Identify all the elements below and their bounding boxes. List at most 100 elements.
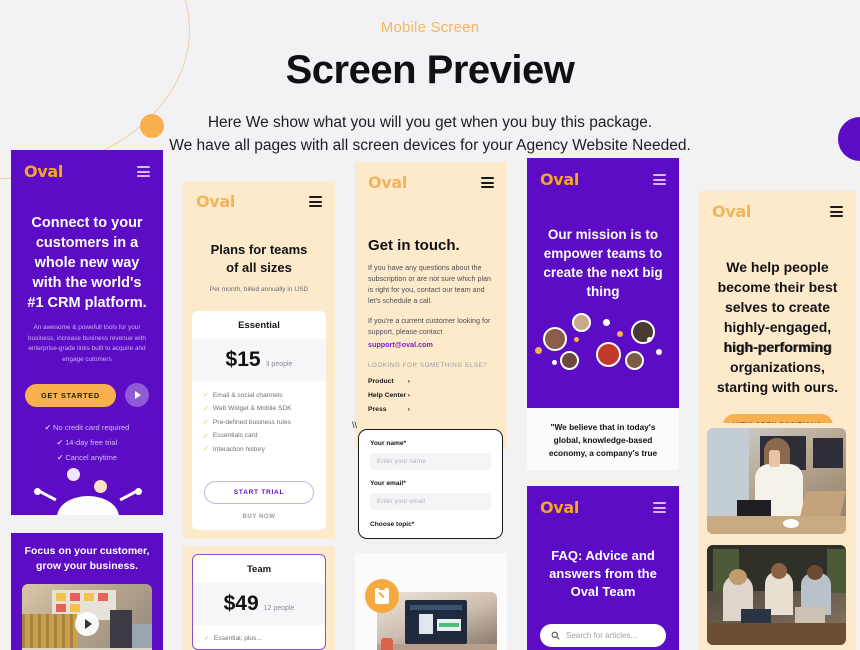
faq-heading: FAQ: Advice and answers from the Oval Te… <box>549 548 657 599</box>
screen-card-careers[interactable]: Oval We help people become their best se… <box>699 191 856 423</box>
contact-link-product[interactable]: Product › <box>368 378 410 385</box>
menu-icon[interactable] <box>653 502 666 513</box>
oval-logo: Oval <box>540 498 580 517</box>
menu-icon[interactable] <box>309 196 322 207</box>
plan-feature: ✓ Essential, plus... <box>204 634 262 643</box>
pricing-subtext: Per month, billed annually in USD <box>209 286 309 293</box>
plan-feature: ✓ Web Widget & Mobile SDK <box>203 405 292 413</box>
contact-form-sheet[interactable]: Your name* Enter your name Your email* E… <box>358 429 503 539</box>
plan-feature: ✓ Interaction history <box>203 445 265 454</box>
menu-icon[interactable] <box>653 174 666 185</box>
plan-price: $15 <box>225 348 261 371</box>
chevron-right-icon: › <box>407 392 410 399</box>
careers-heading-line-6: starting with ours. <box>716 379 839 395</box>
search-icon <box>551 631 560 640</box>
faq-search-input[interactable]: Search for articles... <box>540 624 666 647</box>
page-header: Mobile Screen Screen Preview Here We sho… <box>0 0 860 157</box>
focus-heading-line2: grow your business. <box>35 560 139 572</box>
mission-quote: "We believe that in today's global, know… <box>548 422 658 458</box>
checklist-badge-icon <box>365 579 399 613</box>
screen-preview-page: Mobile Screen Screen Preview Here We sho… <box>0 0 860 650</box>
oval-logo: Oval <box>24 162 64 181</box>
crm-check-1: ✔ 14-day free trial <box>11 438 163 447</box>
plan-feature: ✓ Pre-defined business rules <box>203 418 291 427</box>
oval-logo: Oval <box>196 192 236 211</box>
mission-heading: Our mission is to empower teams to creat… <box>543 227 663 299</box>
check-icon: ✔ <box>56 438 64 447</box>
screen-card-careers-photos <box>699 423 856 650</box>
pricing-heading-line1: Plans for teams <box>210 242 308 257</box>
check-icon: ✔ <box>44 423 51 432</box>
email-field[interactable]: Enter your email <box>370 493 491 510</box>
plan-name: Team <box>246 564 272 575</box>
chevron-right-icon: › <box>407 406 410 413</box>
plan-price: $49 <box>223 592 259 615</box>
screen-card-photo[interactable] <box>355 553 507 650</box>
email-field-label: Your email* <box>370 480 406 487</box>
check-icon: ✓ <box>203 419 209 426</box>
plan-seats: 12 people <box>263 605 295 612</box>
crm-illustration <box>11 466 163 515</box>
name-field-label: Your name* <box>370 440 407 447</box>
check-icon: ✓ <box>203 405 209 413</box>
play-video-button[interactable] <box>75 612 99 636</box>
careers-heading-line-5: organizations, <box>730 359 825 375</box>
careers-heading-line-4: high-performing <box>723 339 832 355</box>
oval-logo: Oval <box>712 202 752 221</box>
screen-card-contact[interactable]: Oval Get in touch. If you have any quest… <box>355 162 507 450</box>
buy-now-button[interactable]: BUY NOW <box>192 514 326 520</box>
check-icon: ✓ <box>203 392 209 399</box>
crm-check-2: ✔ Cancel anytime <box>11 453 163 462</box>
support-email-link[interactable]: support@oval.com <box>355 337 507 349</box>
plan-feature: ✓ Essentials card <box>203 432 258 440</box>
check-icon: ✓ <box>203 432 209 440</box>
mission-avatar-cluster <box>527 313 679 398</box>
menu-icon[interactable] <box>830 206 843 217</box>
get-started-button[interactable]: GET STARTED <box>25 383 116 407</box>
contact-link-help-center[interactable]: Help Center › <box>368 392 410 399</box>
crm-check-label: 14-day free trial <box>65 438 118 447</box>
plan-card-team[interactable]: Team $49 12 people ✓ Essential, plus... <box>192 554 326 650</box>
oval-logo: Oval <box>540 170 580 189</box>
start-trial-button[interactable]: START TRIAL <box>204 481 314 504</box>
careers-heading-line-0: We help people <box>726 259 829 275</box>
topic-field-label: Choose topic* <box>370 521 415 528</box>
contact-link-press[interactable]: Press › <box>368 406 410 413</box>
plan-seats: 3 people <box>265 361 293 368</box>
careers-heading-line-1: become their best <box>717 279 838 295</box>
screen-card-faq[interactable]: Oval FAQ: Advice and answers from the Ov… <box>527 486 679 650</box>
pricing-heading-line2: of all sizes <box>226 260 292 275</box>
play-icon[interactable] <box>124 383 149 407</box>
oval-logo: Oval <box>368 173 408 192</box>
screen-card-crm[interactable]: Oval Connect to your customers in a whol… <box>11 150 163 515</box>
page-title: Screen Preview <box>285 48 575 92</box>
careers-heading-line-3: highly-engaged, <box>723 319 832 335</box>
plan-feature: ✓ Email & social channels <box>203 391 283 400</box>
screen-card-focus[interactable]: Focus on your customer, grow your busine… <box>11 533 163 650</box>
screen-card-pricing-team[interactable]: Team $49 12 people ✓ Essential, plus... <box>183 546 335 650</box>
view-open-positions-button[interactable]: VIEW OPEN POSITIONS <box>722 414 833 423</box>
plan-name: Essential <box>238 320 280 331</box>
careers-photo-1 <box>707 428 846 534</box>
screen-card-mission[interactable]: Oval Our mission is to empower teams to … <box>527 158 679 408</box>
plan-card-essential[interactable]: Essential $15 3 people ✓ Email & social c… <box>192 311 326 530</box>
crm-check-0: ✔ No credit card required <box>11 423 163 432</box>
check-icon: ✓ <box>204 635 210 642</box>
screen-card-pricing[interactable]: Oval Plans for teams of all sizes Per mo… <box>183 181 335 539</box>
check-icon: ✓ <box>203 446 209 453</box>
form-sparkle-icon: \\ <box>352 420 358 430</box>
name-field[interactable]: Enter your name <box>370 453 491 470</box>
careers-heading-line-2: selves to create <box>724 299 831 315</box>
contact-paragraph-2: If you're a current customer looking for… <box>368 316 491 336</box>
crm-paragraph: An awesome & powefull tools for your bus… <box>28 324 146 363</box>
faq-search-placeholder: Search for articles... <box>566 631 638 640</box>
crm-heading: Connect to your customers in a whole new… <box>27 215 147 311</box>
crm-check-label: No credit card required <box>53 423 130 432</box>
contact-paragraph-1: If you have any questions about the subs… <box>368 263 492 305</box>
crm-check-label: Cancel anytime <box>65 453 118 462</box>
menu-icon[interactable] <box>481 177 494 188</box>
menu-icon[interactable] <box>137 166 150 177</box>
focus-heading-line1: Focus on your customer, <box>24 545 150 557</box>
contact-links-label: LOOKING FOR SOMETHING ELSE? <box>368 362 488 369</box>
check-icon: ✔ <box>56 453 64 462</box>
